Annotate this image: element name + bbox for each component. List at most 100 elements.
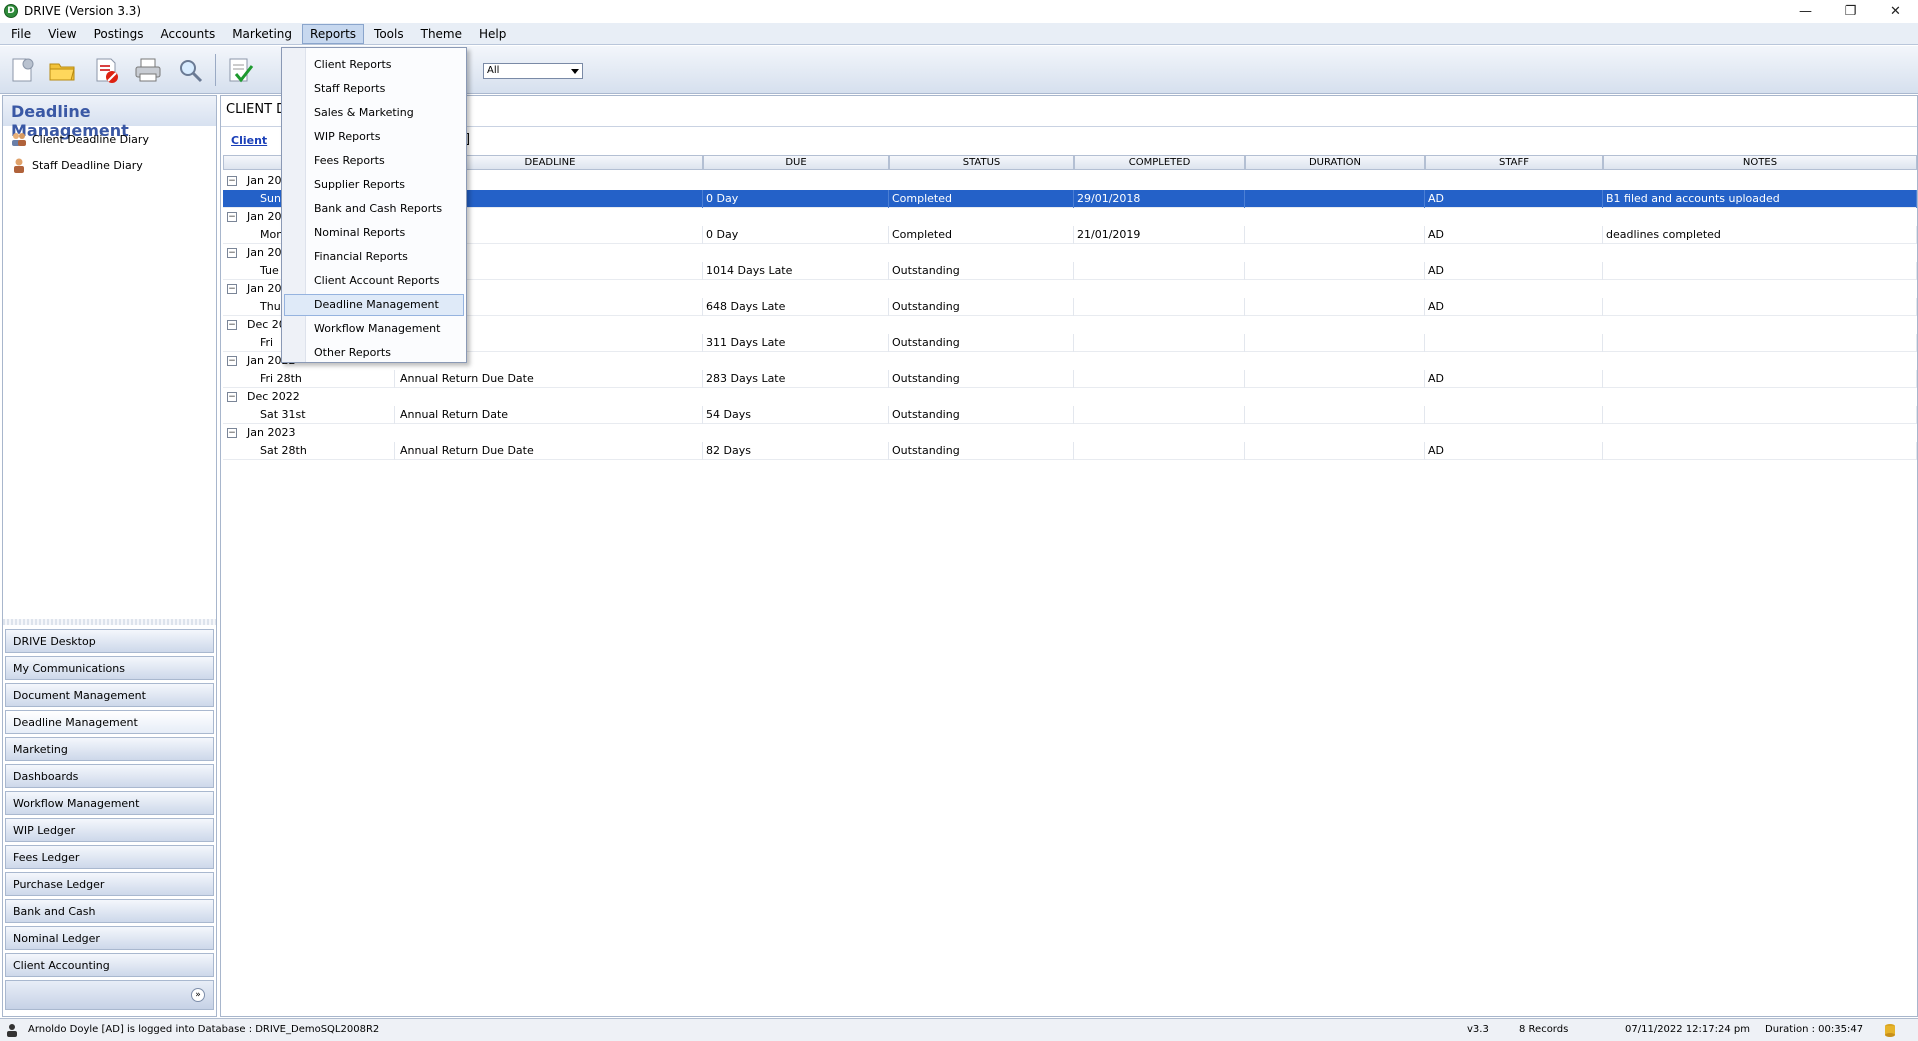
menu-help[interactable]: Help <box>472 25 513 43</box>
cell-completed: 21/01/2019 <box>1074 226 1245 244</box>
nav-overflow-button[interactable]: » <box>5 980 214 1010</box>
nav-client-accounting[interactable]: Client Accounting <box>5 953 214 977</box>
nav-purchase-ledger[interactable]: Purchase Ledger <box>5 872 214 896</box>
client-link[interactable]: Client <box>231 134 267 147</box>
table-row[interactable]: Sat 31st Annual Return Date 54 Days Outstan… <box>223 406 1917 424</box>
menu-reports[interactable]: Reports <box>302 23 365 44</box>
group-row: − Jan 2022 <box>223 352 1917 370</box>
filter-row: Client ] <box>221 126 1917 148</box>
user-icon <box>14 158 24 173</box>
cell-status: Completed <box>889 190 1074 208</box>
cell-date: Sat 28th <box>257 442 395 460</box>
menu-marketing[interactable]: Marketing <box>225 25 299 43</box>
cell-status: Outstanding <box>889 442 1074 460</box>
panel-splitter[interactable] <box>3 619 216 625</box>
column-header-status[interactable]: STATUS <box>889 155 1074 170</box>
table-row[interactable]: Fri 28th Annual Return Due Date 283 Days L… <box>223 370 1917 388</box>
login-status-text: Arnoldo Doyle [AD] is logged into Databa… <box>28 1024 380 1035</box>
nav-drive-desktop[interactable]: DRIVE Desktop <box>5 629 214 653</box>
column-header-duration[interactable]: DURATION <box>1245 155 1425 170</box>
cell-duration <box>1245 334 1425 352</box>
cell-duration <box>1245 190 1425 208</box>
cell-staff <box>1425 406 1603 424</box>
menu-item-bank-and-cash-reports[interactable]: Bank and Cash Reports <box>284 198 464 220</box>
cell-notes <box>1603 298 1917 316</box>
nav-workflow-management[interactable]: Workflow Management <box>5 791 214 815</box>
delete-document-icon[interactable] <box>90 54 122 86</box>
cell-status: Completed <box>889 226 1074 244</box>
menu-item-workflow-management[interactable]: Workflow Management <box>284 318 464 340</box>
collapse-icon[interactable]: − <box>227 176 237 186</box>
collapse-icon[interactable]: − <box>227 320 237 330</box>
menu-view[interactable]: View <box>41 25 83 43</box>
tree-item-label: Staff Deadline Diary <box>32 158 143 172</box>
cell-notes <box>1603 370 1917 388</box>
group-row: − Jan 20 <box>223 280 1917 298</box>
menu-theme[interactable]: Theme <box>414 25 469 43</box>
menu-item-nominal-reports[interactable]: Nominal Reports <box>284 222 464 244</box>
menu-item-client-account-reports[interactable]: Client Account Reports <box>284 270 464 292</box>
group-row: − Jan 20 <box>223 208 1917 226</box>
table-row[interactable]: FriDate311 Days LateOutstanding <box>223 334 1917 352</box>
table-row[interactable]: ThuDue Date648 Days LateOutstandingAD <box>223 298 1917 316</box>
cell-completed <box>1074 370 1245 388</box>
collapse-icon[interactable]: − <box>227 284 237 294</box>
menu-item-deadline-management[interactable]: Deadline Management <box>284 294 464 316</box>
collapse-icon[interactable]: − <box>227 212 237 222</box>
column-header-due[interactable]: DUE <box>703 155 889 170</box>
nav-dashboards[interactable]: Dashboards <box>5 764 214 788</box>
cell-completed <box>1074 262 1245 280</box>
menu-file[interactable]: File <box>4 25 38 43</box>
nav-my-communications[interactable]: My Communications <box>5 656 214 680</box>
menu-item-supplier-reports[interactable]: Supplier Reports <box>284 174 464 196</box>
collapse-icon[interactable]: − <box>227 356 237 366</box>
column-header-completed[interactable]: COMPLETED <box>1074 155 1245 170</box>
table-row[interactable]: SunDue Date0 DayCompleted29/01/2018ADB1 … <box>223 190 1917 208</box>
cell-status: Outstanding <box>889 406 1074 424</box>
table-row[interactable]: MonDue Date0 DayCompleted21/01/2019ADdea… <box>223 226 1917 244</box>
restore-button[interactable]: ❐ <box>1828 0 1873 22</box>
status-filter-value: All <box>487 65 500 76</box>
cell-notes <box>1603 334 1917 352</box>
menu-accounts[interactable]: Accounts <box>154 25 223 43</box>
group-label: Jan 20 <box>247 174 282 187</box>
menu-item-staff-reports[interactable]: Staff Reports <box>284 78 464 100</box>
close-button[interactable]: ✕ <box>1873 0 1918 22</box>
menu-item-wip-reports[interactable]: WIP Reports <box>284 126 464 148</box>
nav-deadline-management[interactable]: Deadline Management <box>5 710 214 734</box>
status-filter-select[interactable]: All <box>483 63 583 79</box>
cell-completed: 29/01/2018 <box>1074 190 1245 208</box>
collapse-icon[interactable]: − <box>227 248 237 258</box>
table-row[interactable]: Sat 28th Annual Return Due Date 82 Days Out… <box>223 442 1917 460</box>
collapse-icon[interactable]: − <box>227 392 237 402</box>
cell-duration <box>1245 442 1425 460</box>
nav-bank-and-cash[interactable]: Bank and Cash <box>5 899 214 923</box>
new-document-icon[interactable] <box>6 54 38 86</box>
minimize-button[interactable]: — <box>1783 0 1828 22</box>
menu-item-sales-marketing[interactable]: Sales & Marketing <box>284 102 464 124</box>
print-icon[interactable] <box>132 54 164 86</box>
nav-fees-ledger[interactable]: Fees Ledger <box>5 845 214 869</box>
menu-item-client-reports[interactable]: Client Reports <box>284 54 464 76</box>
nav-document-management[interactable]: Document Management <box>5 683 214 707</box>
column-header-notes[interactable]: NOTES <box>1603 155 1917 170</box>
menu-postings[interactable]: Postings <box>87 25 151 43</box>
table-row[interactable]: TueDue Date1014 Days LateOutstandingAD <box>223 262 1917 280</box>
menu-item-other-reports[interactable]: Other Reports <box>284 342 464 364</box>
cell-due: 82 Days <box>703 442 889 460</box>
collapse-icon[interactable]: − <box>227 428 237 438</box>
nav-marketing[interactable]: Marketing <box>5 737 214 761</box>
menu-item-fees-reports[interactable]: Fees Reports <box>284 150 464 172</box>
approve-checklist-icon[interactable] <box>224 54 256 86</box>
tree-item-staff-deadline-diary[interactable]: Staff Deadline Diary <box>3 152 216 178</box>
nav-wip-ledger[interactable]: WIP Ledger <box>5 818 214 842</box>
menu-item-financial-reports[interactable]: Financial Reports <box>284 246 464 268</box>
menu-tools[interactable]: Tools <box>367 25 411 43</box>
search-icon[interactable] <box>174 54 206 86</box>
open-folder-icon[interactable] <box>46 54 78 86</box>
nav-nominal-ledger[interactable]: Nominal Ledger <box>5 926 214 950</box>
group-row: − Dec 20 <box>223 316 1917 334</box>
panel-title: Deadline Management <box>3 96 216 140</box>
column-header-staff[interactable]: STAFF <box>1425 155 1603 170</box>
cell-date: Sat 31st <box>257 406 395 424</box>
